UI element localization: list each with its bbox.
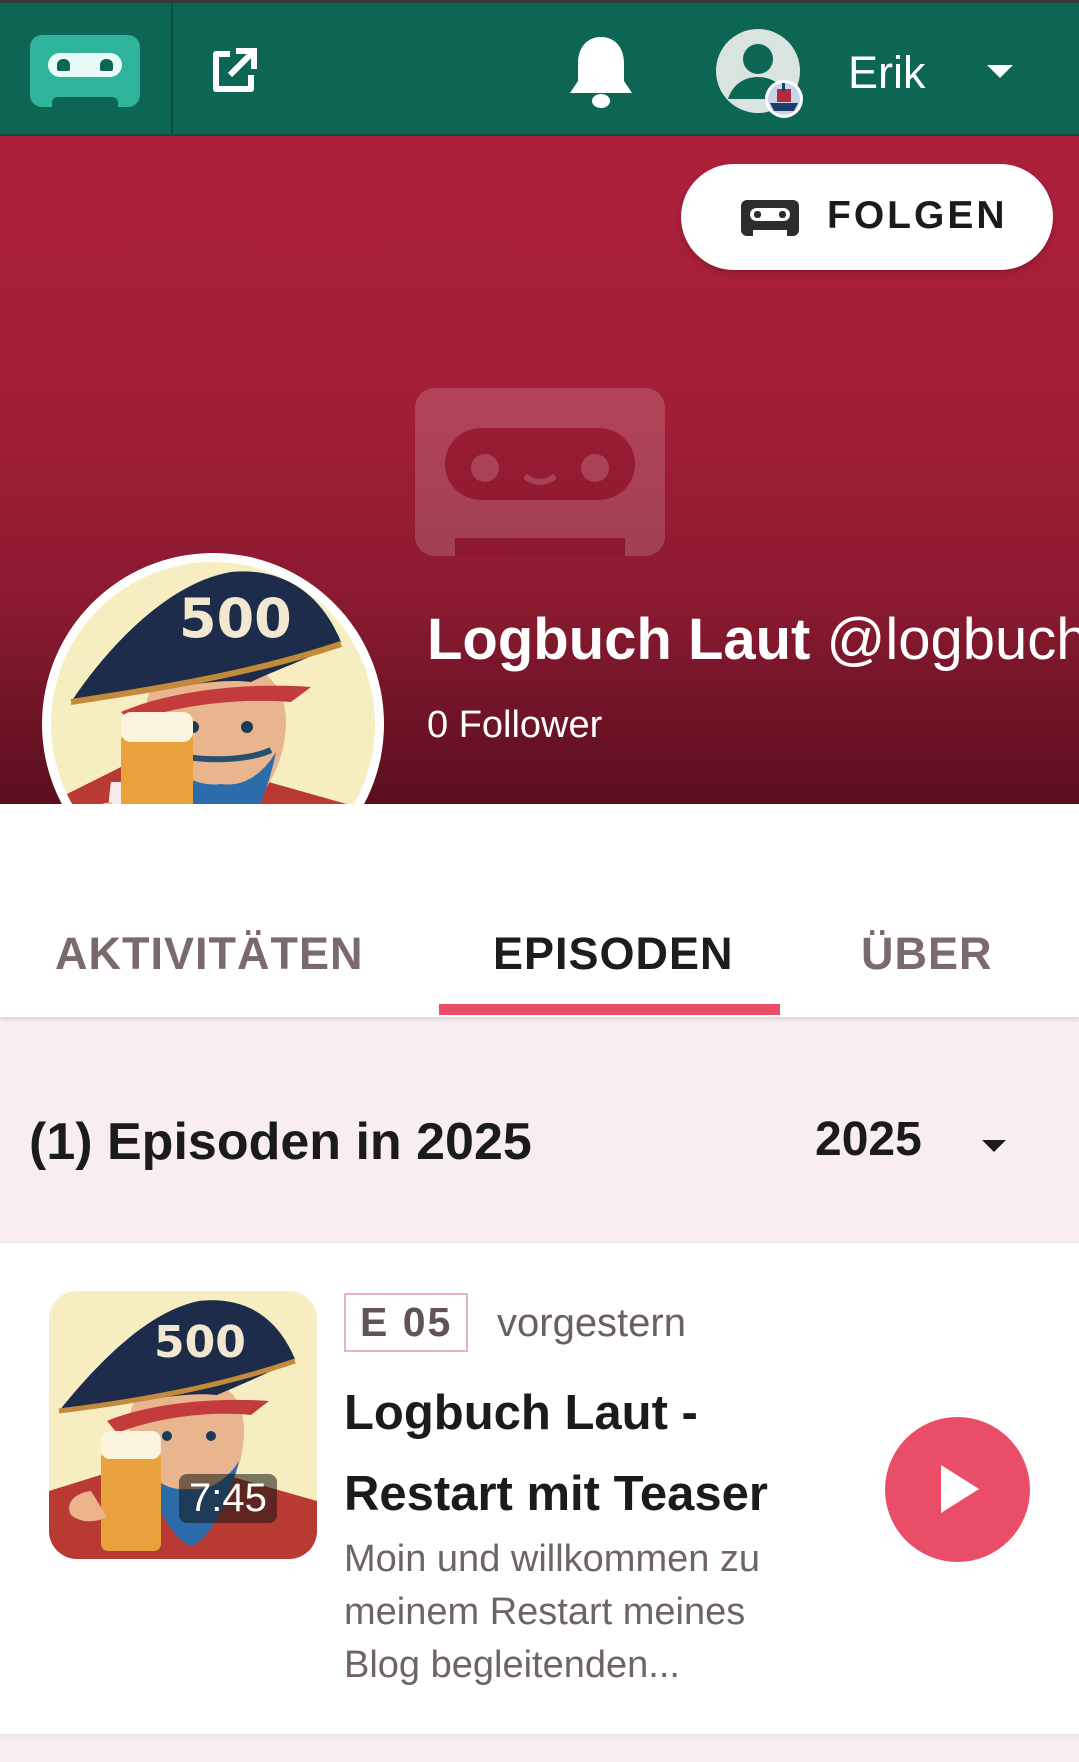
external-link-icon[interactable] <box>208 45 260 97</box>
page: Erik FOLGEN 500 Logbuch Laut @logbuch 0 … <box>0 0 1079 1762</box>
follow-button[interactable]: FOLGEN <box>681 164 1053 270</box>
svg-text:500: 500 <box>179 587 292 650</box>
caret-down-icon <box>982 1140 1006 1152</box>
play-icon <box>941 1465 979 1513</box>
user-avatar-icon[interactable] <box>714 27 806 119</box>
channel-title: Logbuch Laut @logbuch <box>427 606 1079 673</box>
top-navigation-bar: Erik <box>0 0 1079 137</box>
channel-handle: @logbuch <box>826 607 1079 672</box>
castopod-watermark-icon <box>415 388 665 556</box>
episodes-heading: (1) Episoden in 2025 <box>29 1113 532 1171</box>
episode-description: Moin und willkommen zu meinem Restart me… <box>344 1538 761 1686</box>
channel-name: Logbuch Laut <box>427 607 811 672</box>
active-tab-indicator <box>439 1004 780 1015</box>
user-name[interactable]: Erik <box>848 47 926 99</box>
episode-duration: 7:45 <box>179 1474 277 1523</box>
tab-episoden[interactable]: EPISODEN <box>493 928 734 980</box>
year-select-value: 2025 <box>815 1113 922 1166</box>
caret-down-icon[interactable] <box>987 65 1013 78</box>
episode-thumbnail: 500 7:45 <box>49 1291 317 1559</box>
castopod-logo-icon[interactable] <box>30 35 140 107</box>
episode-number-badge: E 05 <box>344 1293 469 1352</box>
profile-tabs: AKTIVITÄTEN EPISODEN ÜBER <box>0 804 1079 1017</box>
year-select[interactable]: 2025 <box>815 1112 1015 1178</box>
bell-icon[interactable] <box>566 33 636 111</box>
follow-button-label: FOLGEN <box>827 194 1008 237</box>
follower-count: 0 Follower <box>427 704 603 746</box>
topbar-divider <box>171 3 173 137</box>
episode-card[interactable]: 500 7:45 E 05 vorgestern Logbuch Laut - … <box>0 1243 1079 1734</box>
episode-title[interactable]: Logbuch Laut - Restart mit Teaser <box>344 1373 824 1535</box>
svg-text:500: 500 <box>154 1317 246 1368</box>
tab-aktivitaeten[interactable]: AKTIVITÄTEN <box>55 928 364 980</box>
play-button[interactable] <box>885 1417 1030 1562</box>
tab-ueber[interactable]: ÜBER <box>861 928 993 980</box>
castopod-logo-icon <box>741 200 799 236</box>
episode-date: vorgestern <box>497 1301 686 1345</box>
